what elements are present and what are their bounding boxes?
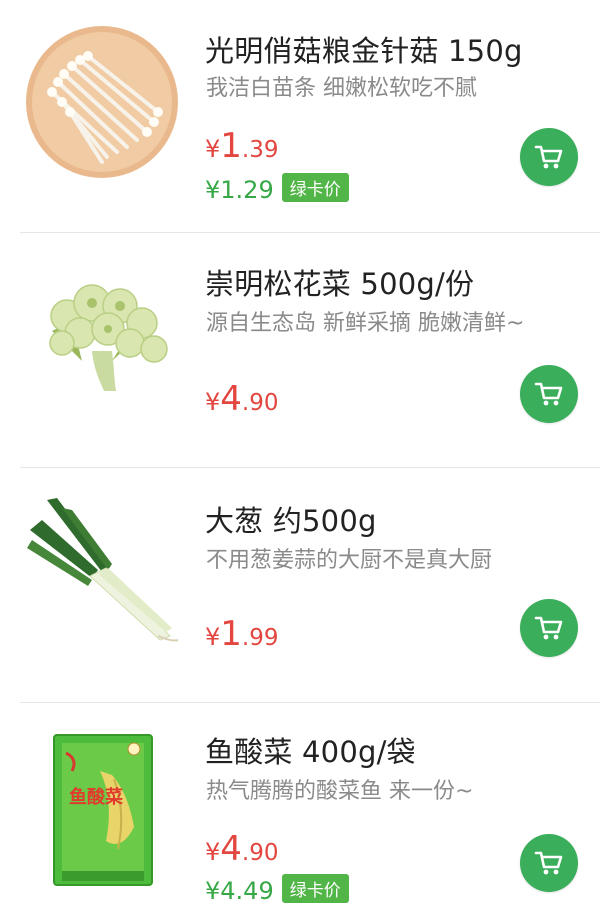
product-item[interactable]: 光明俏菇粮金针菇 150g 我洁白苗条 细嫩松软吃不腻 ¥1.39 ¥1.29 绿… — [0, 0, 600, 233]
product-item[interactable]: 大葱 约500g 不用葱姜蒜的大厨不是真大厨 ¥1.99 — [0, 468, 600, 703]
member-badge: 绿卡价 — [281, 874, 349, 903]
add-to-cart-button[interactable] — [520, 365, 578, 423]
product-price: ¥1.39 — [205, 126, 279, 166]
product-name: 大葱 约500g — [205, 504, 377, 538]
member-price: ¥4.49 绿卡价 — [205, 874, 349, 905]
price-currency: ¥ — [205, 388, 221, 416]
product-description: 源自生态岛 新鲜采摘 脆嫩清鲜~ — [206, 311, 525, 336]
price-currency: ¥ — [205, 838, 221, 866]
shopping-cart-icon — [534, 851, 563, 875]
enoki-mushroom-image — [26, 26, 178, 178]
price-decimal: .90 — [241, 390, 279, 416]
scallion-image — [27, 498, 179, 642]
product-price: ¥1.99 — [205, 614, 279, 654]
cauliflower-image — [49, 284, 168, 391]
product-description: 热气腾腾的酸菜鱼 来一份~ — [206, 779, 474, 804]
member-price-value: ¥1.29 — [205, 176, 274, 204]
price-integer: 4 — [220, 829, 242, 869]
shopping-cart-icon — [534, 145, 563, 169]
price-decimal: .39 — [241, 137, 279, 163]
member-badge: 绿卡价 — [281, 173, 349, 202]
price-integer: 1 — [220, 126, 242, 166]
add-to-cart-button[interactable] — [520, 599, 578, 657]
price-decimal: .90 — [241, 840, 279, 866]
price-integer: 4 — [220, 379, 242, 419]
product-name: 崇明松花菜 500g/份 — [205, 267, 475, 301]
product-price: ¥4.90 — [205, 379, 279, 419]
price-decimal: .99 — [241, 625, 279, 651]
price-integer: 1 — [220, 614, 242, 654]
add-to-cart-button[interactable] — [520, 834, 578, 892]
product-name: 光明俏菇粮金针菇 150g — [205, 34, 523, 68]
price-currency: ¥ — [205, 623, 221, 651]
product-name: 鱼酸菜 400g/袋 — [205, 735, 416, 769]
product-description: 我洁白苗条 细嫩松软吃不腻 — [206, 76, 477, 101]
package-label: 鱼酸菜 — [69, 786, 123, 808]
shopping-cart-icon — [534, 616, 563, 640]
member-price-value: ¥4.49 — [205, 877, 274, 905]
product-list: 光明俏菇粮金针菇 150g 我洁白苗条 细嫩松软吃不腻 ¥1.39 ¥1.29 绿… — [0, 0, 600, 922]
shopping-cart-icon — [534, 382, 563, 406]
product-item[interactable]: 鱼酸菜 鱼酸菜 400g/袋 热气腾腾的酸菜鱼 来一份~ ¥4.90 ¥4.49… — [0, 703, 600, 922]
pickled-cabbage-bag-image: 鱼酸菜 — [53, 734, 153, 886]
member-price: ¥1.29 绿卡价 — [205, 173, 349, 204]
add-to-cart-button[interactable] — [520, 128, 578, 186]
product-description: 不用葱姜蒜的大厨不是真大厨 — [206, 548, 493, 573]
product-price: ¥4.90 — [205, 829, 279, 869]
price-currency: ¥ — [205, 135, 221, 163]
product-item[interactable]: 崇明松花菜 500g/份 源自生态岛 新鲜采摘 脆嫩清鲜~ ¥4.90 — [0, 233, 600, 468]
